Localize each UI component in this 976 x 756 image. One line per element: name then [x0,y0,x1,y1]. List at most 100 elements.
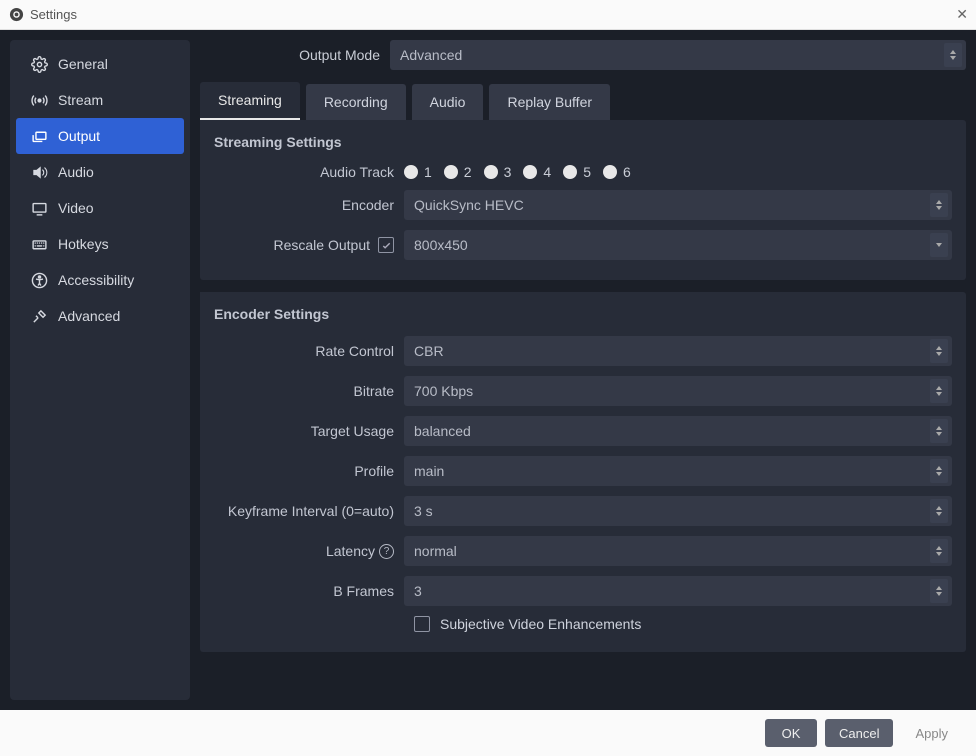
audio-track-4[interactable]: 4 [523,164,551,180]
target-usage-value: balanced [414,423,471,439]
encoder-settings-panel: Encoder Settings Rate Control CBR Bitrat… [200,292,966,652]
profile-select[interactable]: main [404,456,952,486]
target-usage-select[interactable]: balanced [404,416,952,446]
audio-track-5[interactable]: 5 [563,164,591,180]
tab-streaming[interactable]: Streaming [200,82,300,120]
output-mode-select[interactable]: Advanced [390,40,966,70]
tab-audio[interactable]: Audio [412,84,484,120]
radio-icon [563,165,577,179]
latency-select[interactable]: normal [404,536,952,566]
chevron-updown-icon [930,419,948,443]
radio-icon [484,165,498,179]
latency-value: normal [414,543,457,559]
rate-control-row: Rate Control CBR [214,336,952,366]
target-usage-row: Target Usage balanced [214,416,952,446]
cancel-button[interactable]: Cancel [825,719,893,747]
radio-icon [523,165,537,179]
radio-label: 4 [543,164,551,180]
apply-button[interactable]: Apply [901,719,962,747]
profile-row: Profile main [214,456,952,486]
subjective-row: Subjective Video Enhancements [414,616,952,632]
main-content: Output Mode Advanced Streaming Recording… [200,40,966,700]
sidebar-item-label: Hotkeys [58,236,109,252]
sidebar-item-stream[interactable]: Stream [16,82,184,118]
bitrate-value: 700 Kbps [414,383,473,399]
tab-label: Replay Buffer [507,94,592,110]
audio-track-1[interactable]: 1 [404,164,432,180]
encoder-label: Encoder [214,197,394,213]
bframes-label: B Frames [214,583,394,599]
tab-replay-buffer[interactable]: Replay Buffer [489,84,610,120]
dialog-footer: OK Cancel Apply [0,710,976,756]
chevron-down-icon [930,233,948,257]
latency-row: Latency ? normal [214,536,952,566]
accessibility-icon [30,271,48,289]
app-body: General Stream Output Audio Video [0,30,976,710]
radio-icon [404,165,418,179]
audio-track-6[interactable]: 6 [603,164,631,180]
encoder-select[interactable]: QuickSync HEVC [404,190,952,220]
tab-label: Audio [430,94,466,110]
audio-track-3[interactable]: 3 [484,164,512,180]
rate-control-label: Rate Control [214,343,394,359]
chevron-updown-icon [930,193,948,217]
radio-label: 5 [583,164,591,180]
sidebar-item-label: Audio [58,164,94,180]
audio-track-radios: 1 2 3 4 5 6 [404,164,631,180]
rate-control-select[interactable]: CBR [404,336,952,366]
chevron-updown-icon [930,339,948,363]
sidebar-item-label: General [58,56,108,72]
radio-label: 2 [464,164,472,180]
bframes-row: B Frames 3 [214,576,952,606]
subjective-label: Subjective Video Enhancements [440,616,641,632]
streaming-settings-title: Streaming Settings [214,134,952,150]
rescale-select[interactable]: 800x450 [404,230,952,260]
bitrate-row: Bitrate 700 Kbps [214,376,952,406]
app-icon [8,7,24,23]
rescale-label: Rescale Output [274,237,371,253]
close-icon[interactable]: ✕ [956,6,968,23]
audio-track-2[interactable]: 2 [444,164,472,180]
monitor-icon [30,199,48,217]
output-mode-label: Output Mode [200,47,380,63]
keyboard-icon [30,235,48,253]
sidebar-item-label: Accessibility [58,272,134,288]
latency-label: Latency [326,543,375,559]
bitrate-label: Bitrate [214,383,394,399]
radio-label: 1 [424,164,432,180]
tab-recording[interactable]: Recording [306,84,406,120]
keyframe-input[interactable]: 3 s [404,496,952,526]
profile-label: Profile [214,463,394,479]
ok-button[interactable]: OK [765,719,817,747]
sidebar-item-general[interactable]: General [16,46,184,82]
sidebar-item-output[interactable]: Output [16,118,184,154]
tab-label: Recording [324,94,388,110]
sidebar-item-video[interactable]: Video [16,190,184,226]
sidebar-item-hotkeys[interactable]: Hotkeys [16,226,184,262]
rescale-value: 800x450 [414,237,468,253]
bitrate-input[interactable]: 700 Kbps [404,376,952,406]
titlebar: Settings ✕ [0,0,976,30]
sidebar-item-accessibility[interactable]: Accessibility [16,262,184,298]
subjective-checkbox[interactable] [414,616,430,632]
rate-control-value: CBR [414,343,444,359]
help-icon[interactable]: ? [379,544,394,559]
bframes-input[interactable]: 3 [404,576,952,606]
window-title: Settings [30,7,77,22]
target-usage-label: Target Usage [214,423,394,439]
stepper-icon [930,379,948,403]
broadcast-icon [30,91,48,109]
radio-label: 6 [623,164,631,180]
rescale-checkbox[interactable] [378,237,394,253]
keyframe-value: 3 s [414,503,433,519]
rescale-row: Rescale Output 800x450 [214,230,952,260]
output-mode-value: Advanced [400,47,462,63]
chevron-updown-icon [944,43,962,67]
speaker-icon [30,163,48,181]
encoder-value: QuickSync HEVC [414,197,524,213]
sidebar-item-label: Stream [58,92,103,108]
stepper-icon [930,579,948,603]
tab-label: Streaming [218,92,282,108]
sidebar-item-advanced[interactable]: Advanced [16,298,184,334]
sidebar-item-audio[interactable]: Audio [16,154,184,190]
